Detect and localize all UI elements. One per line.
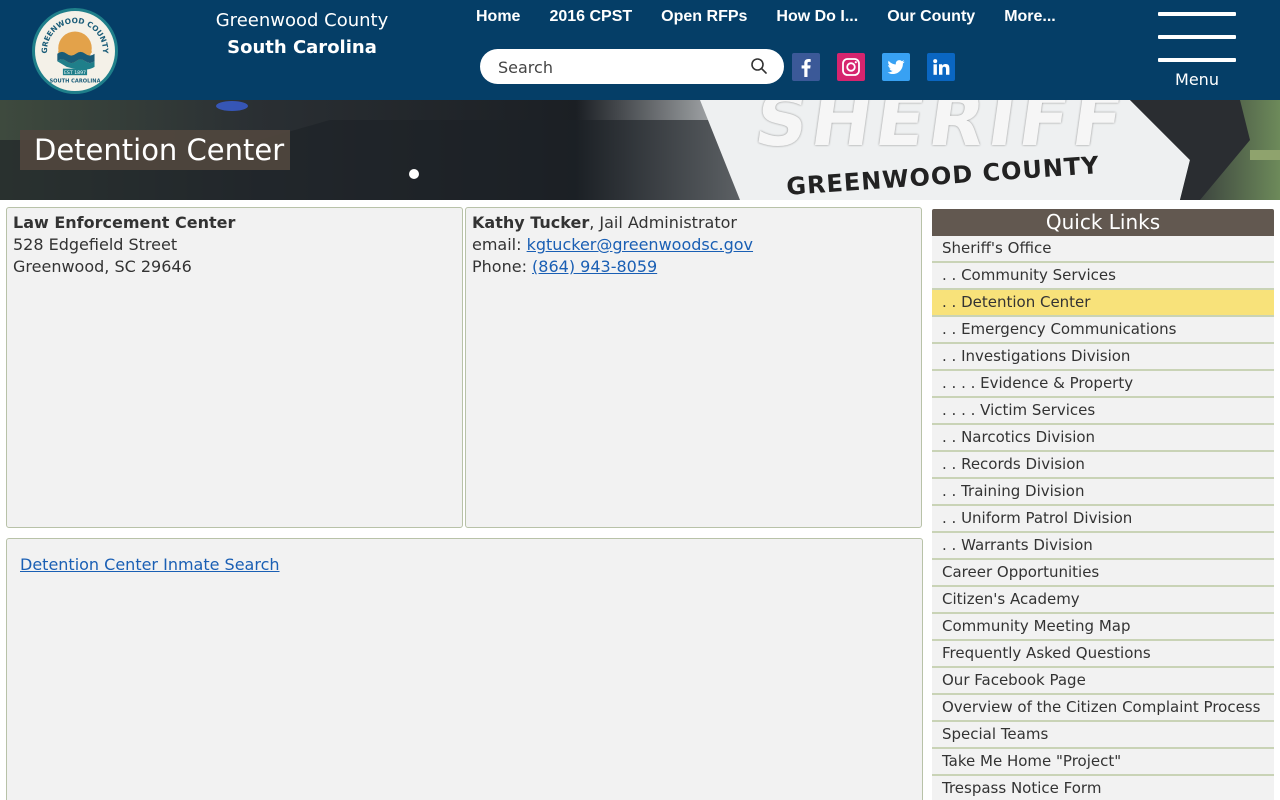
- county-logo[interactable]: GREENWOOD COUNTY EST 1897 SOUTH CAROLINA: [32, 8, 118, 94]
- twitter-icon: [887, 60, 905, 74]
- quick-link-item[interactable]: Career Opportunities: [932, 560, 1274, 587]
- instagram-icon: [842, 58, 860, 76]
- quick-link-item[interactable]: Trespass Notice Form: [932, 776, 1274, 800]
- logo-text-bottom: SOUTH CAROLINA: [49, 79, 100, 85]
- instagram-link[interactable]: [837, 53, 865, 81]
- menu-bar-icon: [1158, 58, 1236, 62]
- quick-links-list: Sheriff's Office. . Community Services. …: [932, 236, 1274, 800]
- quick-link-item[interactable]: . . Warrants Division: [932, 533, 1274, 560]
- contact-panel: Kathy Tucker, Jail Administrator email: …: [465, 207, 922, 528]
- quick-link-item[interactable]: . . Records Division: [932, 452, 1274, 479]
- county-name-line2: South Carolina: [227, 37, 377, 58]
- facebook-icon: [801, 59, 811, 77]
- nav-open-rfps[interactable]: Open RFPs: [661, 6, 747, 28]
- quick-link-item[interactable]: Our Facebook Page: [932, 668, 1274, 695]
- quick-links-title: Quick Links: [932, 209, 1274, 236]
- quick-link-item[interactable]: Community Meeting Map: [932, 614, 1274, 641]
- search-input[interactable]: [498, 55, 738, 79]
- phone-label: Phone:: [472, 257, 533, 276]
- quick-link-item[interactable]: Overview of the Citizen Complaint Proces…: [932, 695, 1274, 722]
- nav-home[interactable]: Home: [476, 6, 520, 28]
- quick-link-item[interactable]: Sheriff's Office: [932, 236, 1274, 263]
- quick-link-item[interactable]: . . Uniform Patrol Division: [932, 506, 1274, 533]
- menu-bar-icon: [1158, 12, 1236, 16]
- email-link[interactable]: kgtucker@greenwoodsc.gov: [527, 235, 753, 254]
- top-navigation: Home 2016 CPST Open RFPs How Do I... Our…: [476, 6, 1085, 28]
- logo-est: EST 1897: [64, 70, 86, 76]
- quick-link-item[interactable]: . . . . Evidence & Property: [932, 371, 1274, 398]
- location-panel: Law Enforcement Center 528 Edgefield Str…: [6, 207, 463, 528]
- email-label: email:: [472, 235, 527, 254]
- search-icon[interactable]: [750, 57, 768, 75]
- quick-link-item[interactable]: Take Me Home "Project": [932, 749, 1274, 776]
- county-name-line1: Greenwood County: [215, 10, 389, 31]
- page-title-box: Detention Center: [20, 130, 290, 170]
- page-title: Detention Center: [34, 133, 285, 167]
- quick-link-item[interactable]: . . Training Division: [932, 479, 1274, 506]
- county-seal-icon: GREENWOOD COUNTY EST 1897 SOUTH CAROLINA: [37, 13, 113, 89]
- menu-bar-icon: [1158, 35, 1236, 39]
- quick-link-item[interactable]: Special Teams: [932, 722, 1274, 749]
- location-name: Law Enforcement Center: [13, 213, 236, 232]
- location-street: 528 Edgefield Street: [13, 235, 178, 254]
- nav-our-county[interactable]: Our County: [887, 6, 975, 28]
- phone-link[interactable]: (864) 943-8059: [532, 257, 657, 276]
- facebook-link[interactable]: [792, 53, 820, 81]
- quick-link-item[interactable]: . . Emergency Communications: [932, 317, 1274, 344]
- twitter-link[interactable]: [882, 53, 910, 81]
- nav-how-do-i[interactable]: How Do I...: [776, 6, 858, 28]
- quick-link-item[interactable]: Citizen's Academy: [932, 587, 1274, 614]
- site-header: GREENWOOD COUNTY EST 1897 SOUTH CAROLINA…: [0, 0, 1280, 100]
- nav-more[interactable]: More...: [1004, 6, 1056, 28]
- inmate-search-panel: Detention Center Inmate Search: [6, 538, 923, 800]
- county-name[interactable]: Greenwood County South Carolina: [212, 8, 392, 62]
- quick-link-item[interactable]: . . Investigations Division: [932, 344, 1274, 371]
- quick-link-item[interactable]: . . Community Services: [932, 263, 1274, 290]
- contact-name: Kathy Tucker: [472, 213, 590, 232]
- contact-role: , Jail Administrator: [589, 213, 737, 232]
- search-box: [480, 49, 784, 84]
- quick-links: Quick Links Sheriff's Office. . Communit…: [932, 209, 1274, 800]
- nav-2016-cpst[interactable]: 2016 CPST: [549, 6, 632, 28]
- menu-label: Menu: [1175, 70, 1219, 89]
- quick-link-item[interactable]: . . Detention Center: [932, 290, 1274, 317]
- location-city: Greenwood, SC 29646: [13, 257, 192, 276]
- menu-button[interactable]: Menu: [1158, 12, 1238, 92]
- inmate-search-link[interactable]: Detention Center Inmate Search: [20, 554, 280, 576]
- linkedin-icon: [933, 59, 950, 75]
- linkedin-link[interactable]: [927, 53, 955, 81]
- quick-link-item[interactable]: Frequently Asked Questions: [932, 641, 1274, 668]
- quick-link-item[interactable]: . . . . Victim Services: [932, 398, 1274, 425]
- quick-link-item[interactable]: . . Narcotics Division: [932, 425, 1274, 452]
